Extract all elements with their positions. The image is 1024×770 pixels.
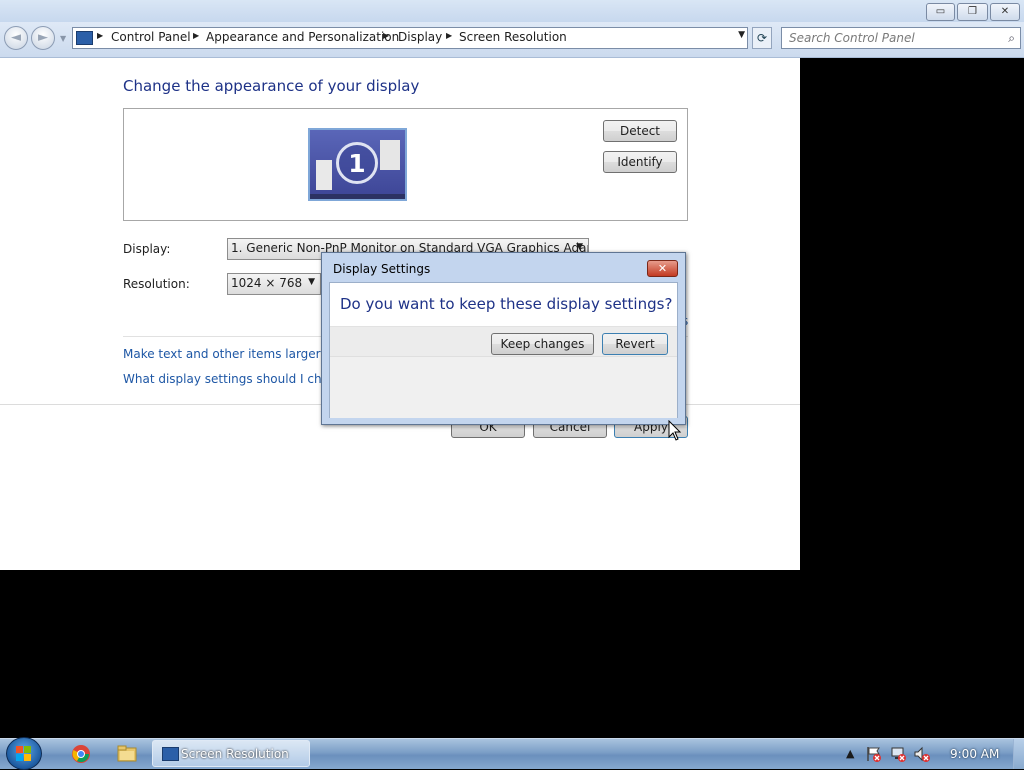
search-input[interactable]: Search Control Panel ⌕ [781, 27, 1021, 49]
search-placeholder: Search Control Panel [789, 31, 915, 45]
chevron-down-icon: ▼ [576, 242, 583, 252]
folder-icon[interactable] [116, 743, 138, 765]
identify-button[interactable]: Identify [603, 151, 677, 173]
navigation-bar: ◄ ► ▼ ▶ Control Panel ▶ Appearance and P… [0, 22, 1024, 58]
maximize-button[interactable]: ❐ [957, 3, 988, 21]
clock[interactable]: 9:00 AM [950, 747, 999, 761]
breadcrumb-separator-icon[interactable]: ▶ [97, 31, 103, 40]
dialog-title: Display Settings [333, 262, 431, 276]
breadcrumb-screen-resolution[interactable]: Screen Resolution [459, 30, 567, 44]
monitor-thumbnail-window [316, 160, 332, 190]
breadcrumb-control-panel[interactable]: Control Panel [111, 30, 191, 44]
detect-button[interactable]: Detect [603, 120, 677, 142]
title-bar: ▭ ❐ ✕ [0, 0, 1024, 22]
recent-pages-dropdown[interactable]: ▼ [60, 34, 66, 43]
taskbar: Screen Resolution ▲ 9:00 AM [0, 737, 1024, 770]
volume-icon[interactable] [913, 745, 931, 763]
monitor-thumbnail-window [380, 140, 400, 170]
monitor-thumbnail-taskbar [310, 194, 405, 199]
breadcrumb-separator-icon[interactable]: ▶ [383, 31, 389, 40]
dialog-body: Do you want to keep these display settin… [329, 282, 678, 418]
show-hidden-icons-button[interactable]: ▲ [846, 747, 854, 760]
address-bar[interactable]: ▶ Control Panel ▶ Appearance and Persona… [72, 27, 748, 49]
show-desktop-button[interactable] [1013, 739, 1024, 769]
breadcrumb-appearance[interactable]: Appearance and Personalization [206, 30, 399, 44]
mouse-pointer-icon [668, 420, 682, 441]
chrome-icon[interactable] [70, 743, 92, 765]
control-panel-icon [162, 747, 179, 761]
windows-logo-icon [16, 746, 31, 761]
chevron-down-icon: ▼ [308, 277, 315, 287]
forward-button[interactable]: ► [31, 26, 55, 50]
address-dropdown-icon[interactable]: ▼ [738, 30, 745, 40]
taskbar-item-label: Screen Resolution [181, 747, 289, 761]
monitor-number: 1 [336, 142, 378, 184]
search-icon[interactable]: ⌕ [1008, 31, 1015, 46]
refresh-button[interactable]: ⟳ [752, 27, 772, 49]
dialog-footer [330, 356, 677, 418]
action-center-flag-icon[interactable] [865, 745, 883, 763]
taskbar-item-screen-resolution[interactable]: Screen Resolution [152, 740, 310, 767]
resolution-select[interactable]: 1024 × 768 ▼ [227, 273, 321, 295]
dialog-button-area: Keep changes Revert [330, 326, 677, 357]
back-button[interactable]: ◄ [4, 26, 28, 50]
keep-changes-button[interactable]: Keep changes [491, 333, 594, 355]
start-button[interactable] [6, 737, 42, 770]
minimize-button[interactable]: ▭ [926, 3, 955, 21]
resolution-label: Resolution: [123, 277, 190, 291]
breadcrumb-display[interactable]: Display [398, 30, 442, 44]
monitor-1-icon[interactable]: 1 [308, 128, 407, 201]
network-icon[interactable] [889, 745, 907, 763]
monitor-arrangement-box: 1 Detect Identify [123, 108, 688, 221]
control-panel-icon [76, 31, 93, 45]
resolution-select-value: 1024 × 768 [231, 276, 303, 290]
breadcrumb-separator-icon[interactable]: ▶ [446, 31, 452, 40]
display-label: Display: [123, 242, 171, 256]
revert-button[interactable]: Revert [602, 333, 668, 355]
dialog-close-button[interactable]: ✕ [647, 260, 678, 277]
close-button[interactable]: ✕ [990, 3, 1020, 21]
page-title: Change the appearance of your display [123, 77, 420, 95]
dialog-question: Do you want to keep these display settin… [340, 295, 673, 313]
display-settings-dialog: Display Settings ✕ Do you want to keep t… [321, 252, 686, 425]
display-help-link[interactable]: What display settings should I choose [123, 372, 350, 386]
breadcrumb-separator-icon[interactable]: ▶ [193, 31, 199, 40]
